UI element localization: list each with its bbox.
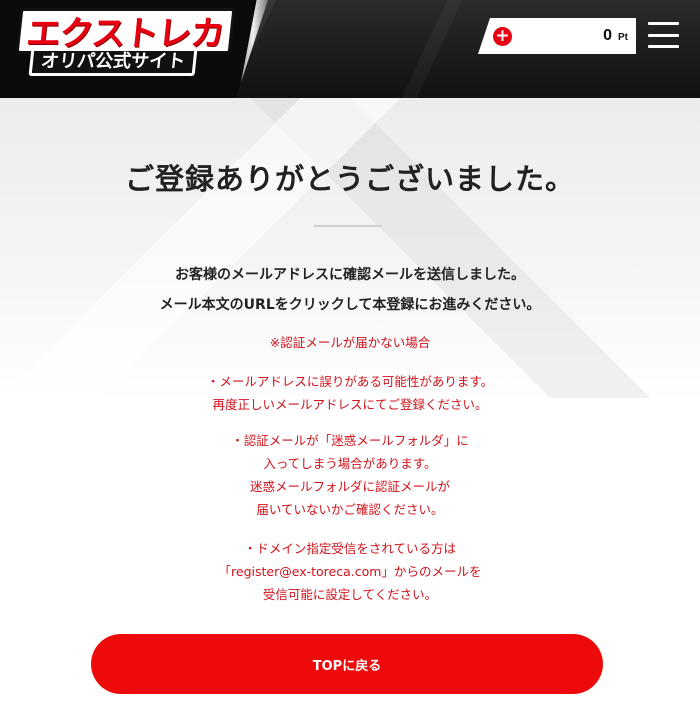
note2-line2: 入ってしまう場合があります。 [263,456,437,471]
note2-line3: 迷惑メールフォルダに認証メールが [249,479,450,494]
main-content: ご登録ありがとうございました。 お客様のメールアドレスに確認メールを送信しました… [0,98,700,705]
menu-bar [648,33,679,37]
logo[interactable]: エクストレカ オリパ公式サイト [0,0,268,98]
menu-bar [648,22,679,25]
note3-line3: 受信可能に設定してください。 [262,587,438,602]
points-unit: Pt [618,32,628,43]
note-heading: ※認証メールが届かない場合 [269,335,431,350]
points-value: 0 [603,27,612,44]
note2-line4: 届いていないかご確認ください。 [256,502,444,517]
back-to-top-button[interactable]: TOPに戻る [91,634,603,694]
note3-line1: ・ドメイン指定受信をされている方は [243,541,457,556]
menu-bar [648,45,679,48]
confirmation-message-line2: メール本文のURLをクリックして本登録にお進みください。 [159,297,541,313]
confirmation-message-line1: お客様のメールアドレスに確認メールを送信しました。 [175,267,525,283]
menu-icon[interactable] [648,22,679,48]
note1-line2: 再度正しいメールアドレスにてご登録ください。 [212,397,488,412]
logo-subtitle: オリパ公式サイト [28,48,198,76]
points-display[interactable]: + 0 Pt [478,18,636,54]
plus-icon[interactable]: + [493,27,512,46]
page-title: ご登録ありがとうございました。 [124,162,575,196]
note1-line1: ・メールアドレスに誤りがある可能性があります。 [206,374,494,389]
note2-line1: ・認証メールが「迷惑メールフォルダ」に [231,433,469,448]
site-header: エクストレカ オリパ公式サイト + 0 Pt [0,0,700,98]
note3-line2: 「register@ex-toreca.com」からのメールを [218,564,482,579]
divider [314,225,382,227]
